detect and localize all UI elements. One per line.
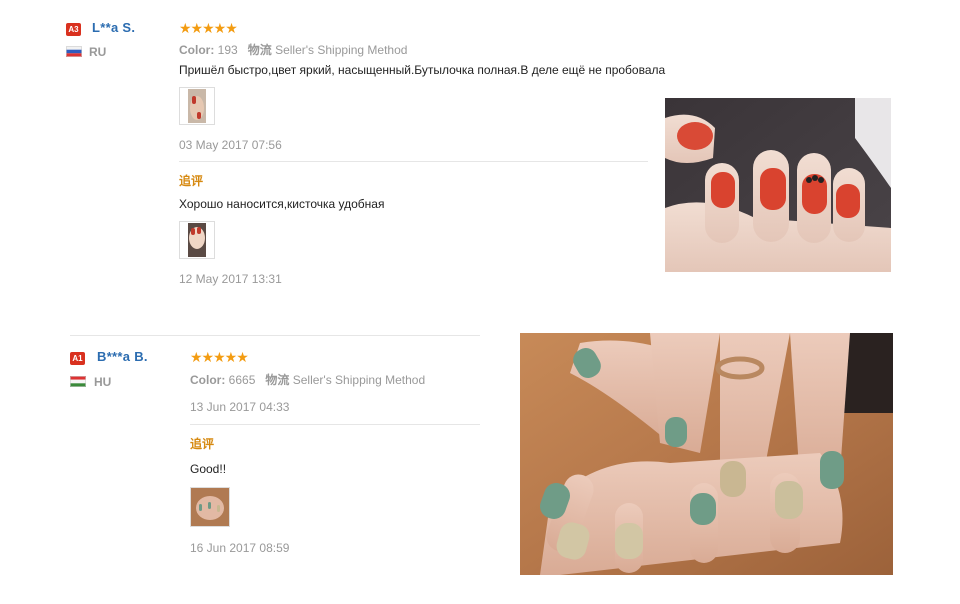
shipping-value: Seller's Shipping Method — [275, 43, 408, 57]
russia-flag-icon — [66, 46, 82, 57]
review-photo-large[interactable] — [665, 98, 891, 272]
review-date: 13 Jun 2017 04:33 — [190, 400, 290, 414]
review-photo-large[interactable] — [520, 333, 893, 575]
color-value: 6665 — [228, 373, 256, 387]
followup-text: Good!! — [190, 462, 227, 476]
star-rating: ★★★★★ — [179, 20, 238, 36]
user-country: RU — [89, 45, 107, 59]
color-label: Color: — [190, 373, 226, 387]
user-name[interactable]: L**a S. — [92, 20, 135, 35]
color-label: Color: — [179, 43, 215, 57]
color-value: 193 — [217, 43, 238, 57]
divider — [190, 424, 480, 425]
user-country: HU — [94, 375, 112, 389]
hands-photo-icon — [191, 488, 229, 526]
hand-photo-icon — [188, 89, 206, 123]
review-date: 03 May 2017 07:56 — [179, 138, 282, 152]
followup-label: 追评 — [179, 174, 204, 188]
followup-date: 12 May 2017 13:31 — [179, 272, 282, 286]
user-name[interactable]: B***a B. — [97, 349, 148, 364]
hand-photo-icon — [188, 223, 206, 257]
review-photo-thumbnail[interactable] — [179, 87, 215, 125]
followup-text: Хорошо наносится,кисточка удобная — [179, 197, 385, 211]
star-rating: ★★★★★ — [190, 349, 249, 365]
order-info: Color: 6665 物流 Seller's Shipping Method — [190, 371, 425, 388]
hungary-flag-icon — [70, 376, 86, 387]
shipping-value: Seller's Shipping Method — [292, 373, 426, 387]
shipping-label: 物流 — [265, 373, 290, 387]
user-level-badge: A1 — [70, 352, 85, 365]
green-nails-photo-icon — [520, 333, 893, 575]
review-text: Пришёл быстро,цвет яркий, насыщенный.Бут… — [179, 63, 666, 77]
followup-label: 追评 — [190, 437, 215, 451]
followup-date: 16 Jun 2017 08:59 — [190, 541, 290, 555]
order-info: Color: 193 物流 Seller's Shipping Method — [179, 41, 407, 58]
divider — [179, 161, 648, 162]
followup-photo-thumbnail[interactable] — [179, 221, 215, 259]
red-nails-photo-icon — [665, 98, 891, 272]
review-separator — [70, 335, 480, 336]
user-level-badge: A3 — [66, 23, 81, 36]
followup-photo-thumbnail[interactable] — [190, 487, 230, 527]
shipping-label: 物流 — [247, 43, 272, 57]
